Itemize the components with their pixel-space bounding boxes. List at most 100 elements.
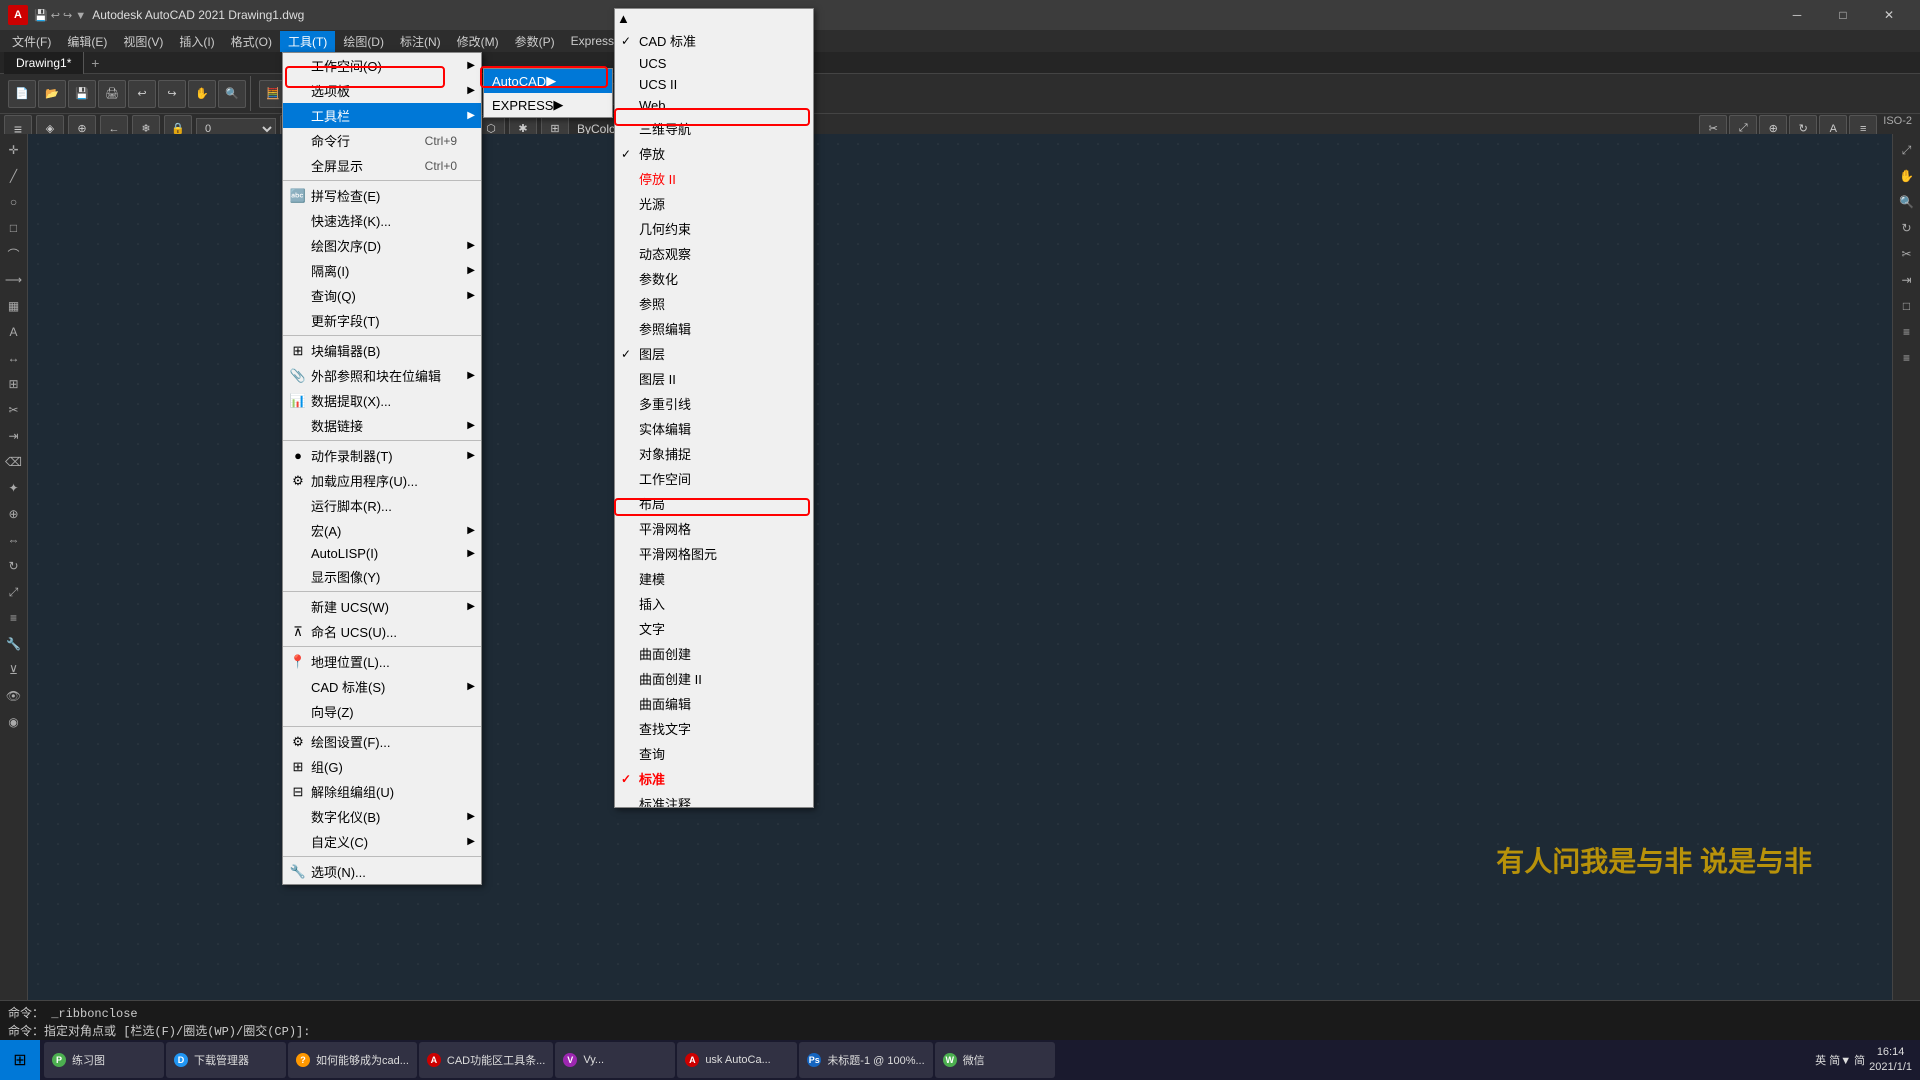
sb-view[interactable]: 👁 [2,684,26,708]
sb-render[interactable]: ◉ [2,710,26,734]
menu-dimension[interactable]: 标注(N) [392,31,449,52]
cad-tb-layer2[interactable]: ✓图层 II [615,366,813,391]
menu-tools-wizard[interactable]: 向导(Z) [283,699,481,724]
sb-line[interactable]: ╱ [2,164,26,188]
menu-modify[interactable]: 修改(M) [449,31,507,52]
sb-layer[interactable]: ≡ [2,606,26,630]
sb-block[interactable]: ⊞ [2,372,26,396]
menu-tools-spell[interactable]: 🔤 拼写检查(E) [283,183,481,208]
taskbar-lang[interactable]: 英 简▼ 简 [1815,1052,1865,1068]
menu-tools-cadstandards[interactable]: CAD 标准(S)▶ [283,674,481,699]
menu-tools[interactable]: 工具(T) [280,31,335,52]
sb-move[interactable]: ✦ [2,476,26,500]
sb-r-pan[interactable]: ✋ [1895,164,1919,188]
menu-tools-group[interactable]: ⊞ 组(G) [283,754,481,779]
close-button[interactable]: ✕ [1866,0,1912,30]
sb-pline[interactable]: ⟶ [2,268,26,292]
cad-tb-surfcreate[interactable]: ✓曲面创建 [615,641,813,666]
menu-tools-cmdline[interactable]: 命令行Ctrl+9 [283,128,481,153]
cad-tb-param[interactable]: ✓参数化 [615,266,813,291]
cad-tb-mesh[interactable]: ✓平滑网格 [615,516,813,541]
sb-mirror[interactable]: ⇔ [2,528,26,552]
menu-tools-tablet[interactable]: 数字化仪(B)▶ [283,804,481,829]
sb-r-move[interactable]: ⤢ [1895,138,1919,162]
menu-tools-actionrecorder[interactable]: ● 动作录制器(T)▶ [283,443,481,468]
cad-tb-web[interactable]: ✓Web [615,95,813,116]
cad-tb-surfcreate2[interactable]: ✓曲面创建 II [615,666,813,691]
cad-tb-osnap[interactable]: ✓对象捕捉 [615,441,813,466]
cad-tb-stop2[interactable]: ✓停放 II [615,166,813,191]
sb-text[interactable]: A [2,320,26,344]
sb-r-trim[interactable]: ✂ [1895,242,1919,266]
tab-drawing1[interactable]: Drawing1* [4,52,84,74]
minimize-button[interactable]: ─ [1774,0,1820,30]
taskbar-app-ps[interactable]: Ps 未标题-1 @ 100%... [799,1042,932,1078]
cad-tb-surfedit[interactable]: ✓曲面编辑 [615,691,813,716]
menu-tools-fullscreen[interactable]: 全屏显示Ctrl+0 [283,153,481,178]
menu-tools-palettes[interactable]: 选项板▶ [283,78,481,103]
cad-tb-ref[interactable]: ✓参照 [615,291,813,316]
menu-tools-nameducs[interactable]: ⊼ 命名 UCS(U)... [283,619,481,644]
taskbar-app-vy[interactable]: V Vy... [555,1042,675,1078]
menu-tools-xref[interactable]: 📎 外部参照和块在位编辑▶ [283,363,481,388]
tb-pan[interactable]: ✋ [188,80,216,108]
menu-tools-macro[interactable]: 宏(A)▶ [283,518,481,543]
sb-arc[interactable]: ⌒ [2,242,26,266]
menu-tools-autolisp[interactable]: AutoLISP(I)▶ [283,543,481,564]
menu-tools-options[interactable]: 🔧 选项(N)... [283,859,481,884]
cad-tb-solidedit[interactable]: ✓实体编辑 [615,416,813,441]
menu-tools-quickselect[interactable]: 快速选择(K)... [283,208,481,233]
menu-format[interactable]: 格式(O) [223,31,280,52]
tab-add[interactable]: + [84,52,106,74]
menu-tools-toolbar[interactable]: 工具栏▶ [283,103,481,128]
menu-tools-displayimage[interactable]: 显示图像(Y) [283,564,481,589]
cad-tb-findtext[interactable]: ✓查找文字 [615,716,813,741]
cad-tb-refedit[interactable]: ✓参照编辑 [615,316,813,341]
sb-r-rect[interactable]: □ [1895,294,1919,318]
menu-tools-updatefield[interactable]: 更新字段(T) [283,308,481,333]
sb-copy[interactable]: ⊕ [2,502,26,526]
menu-tools-datalink[interactable]: 数据链接▶ [283,413,481,438]
menu-params[interactable]: 参数(P) [507,31,563,52]
menu-tools-loadapp[interactable]: ⚙ 加载应用程序(U)... [283,468,481,493]
menu-tools-blockeditor[interactable]: ⊞ 块编辑器(B) [283,338,481,363]
menu-file[interactable]: 文件(F) [4,31,59,52]
submenu-autocad[interactable]: AutoCAD▶ [484,69,612,93]
taskbar-app-wechat[interactable]: W 微信 [935,1042,1055,1078]
sb-trim[interactable]: ✂ [2,398,26,422]
tb-open[interactable]: 📂 [38,80,66,108]
sb-rect[interactable]: □ [2,216,26,240]
sb-r-more1[interactable]: ≡ [1895,320,1919,344]
cad-tb-mleader[interactable]: ✓多重引线 [615,391,813,416]
cad-tb-meshprim[interactable]: ✓平滑网格图元 [615,541,813,566]
menu-tools-inquiry[interactable]: 查询(Q)▶ [283,283,481,308]
cad-tb-ucs2[interactable]: ✓UCS II [615,74,813,95]
sb-circle[interactable]: ○ [2,190,26,214]
sb-properties[interactable]: 🔧 [2,632,26,656]
cad-tb-scroll-up[interactable]: ▲ [615,9,813,28]
start-button[interactable]: ⊞ [0,1040,40,1080]
sb-r-extend[interactable]: ⇥ [1895,268,1919,292]
tb-new[interactable]: 📄 [8,80,36,108]
cad-tb-layout[interactable]: ✓布局 [615,491,813,516]
sb-scale[interactable]: ⤢ [2,580,26,604]
sb-ucs[interactable]: ⊻ [2,658,26,682]
menu-tools-draworder[interactable]: 绘图次序(D)▶ [283,233,481,258]
cad-tb-modeling[interactable]: ✓建模 [615,566,813,591]
menu-tools-newucs[interactable]: 新建 UCS(W)▶ [283,594,481,619]
sb-dim[interactable]: ↔ [2,346,26,370]
tb-zoom[interactable]: 🔍 [218,80,246,108]
taskbar-app-autocad[interactable]: A usk AutoCa... [677,1042,797,1078]
menu-tools-runscript[interactable]: 运行脚本(R)... [283,493,481,518]
menu-tools-isolate[interactable]: 隔离(I)▶ [283,258,481,283]
menu-tools-dataextract[interactable]: 📊 数据提取(X)... [283,388,481,413]
cad-tb-cadstandard[interactable]: ✓CAD 标准 [615,28,813,53]
sb-hatch[interactable]: ▦ [2,294,26,318]
tb-redo[interactable]: ↪ [158,80,186,108]
cad-tb-insert[interactable]: ✓插入 [615,591,813,616]
sb-erase[interactable]: ⌫ [2,450,26,474]
cad-tb-light[interactable]: ✓光源 [615,191,813,216]
taskbar-app-howto[interactable]: ? 如何能够成为cad... [288,1042,417,1078]
cad-tb-standardanno[interactable]: ✓标准注释 [615,791,813,808]
submenu-express[interactable]: EXPRESS▶ [484,93,612,117]
